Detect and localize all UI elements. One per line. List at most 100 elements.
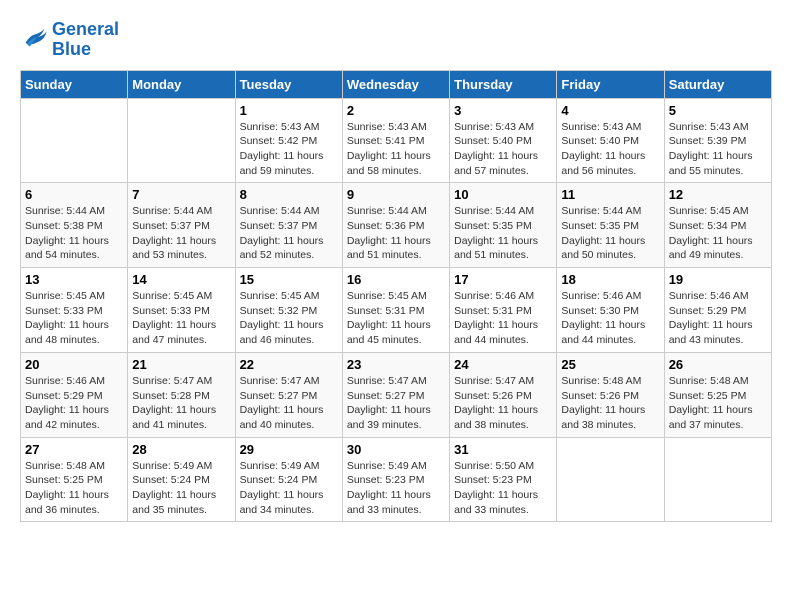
day-number: 21 <box>132 357 230 372</box>
day-info: Sunrise: 5:47 AMSunset: 5:28 PMDaylight:… <box>132 374 230 433</box>
calendar-cell: 18 Sunrise: 5:46 AMSunset: 5:30 PMDayligh… <box>557 268 664 353</box>
day-info: Sunrise: 5:44 AMSunset: 5:35 PMDaylight:… <box>561 204 659 263</box>
calendar-cell: 19 Sunrise: 5:46 AMSunset: 5:29 PMDayligh… <box>664 268 771 353</box>
page-header: General Blue <box>20 20 772 60</box>
day-info: Sunrise: 5:43 AMSunset: 5:42 PMDaylight:… <box>240 120 338 179</box>
calendar-cell <box>128 98 235 183</box>
day-number: 15 <box>240 272 338 287</box>
day-number: 14 <box>132 272 230 287</box>
calendar-cell: 16 Sunrise: 5:45 AMSunset: 5:31 PMDayligh… <box>342 268 449 353</box>
day-number: 7 <box>132 187 230 202</box>
logo-text: General Blue <box>52 20 119 60</box>
day-info: Sunrise: 5:48 AMSunset: 5:26 PMDaylight:… <box>561 374 659 433</box>
calendar-cell: 8 Sunrise: 5:44 AMSunset: 5:37 PMDaylight… <box>235 183 342 268</box>
calendar-cell: 24Sunrise: 5:47 AMSunset: 5:26 PMDayligh… <box>450 352 557 437</box>
day-of-week-header: Tuesday <box>235 70 342 98</box>
day-of-week-header: Sunday <box>21 70 128 98</box>
day-number: 29 <box>240 442 338 457</box>
day-of-week-header: Monday <box>128 70 235 98</box>
calendar-cell: 31 Sunrise: 5:50 AMSunset: 5:23 PMDayligh… <box>450 437 557 522</box>
calendar-cell: 26 Sunrise: 5:48 AMSunset: 5:25 PMDayligh… <box>664 352 771 437</box>
day-info: Sunrise: 5:44 AMSunset: 5:36 PMDaylight:… <box>347 204 445 263</box>
day-number: 28 <box>132 442 230 457</box>
day-number: 10 <box>454 187 552 202</box>
calendar-cell: 25 Sunrise: 5:48 AMSunset: 5:26 PMDayligh… <box>557 352 664 437</box>
day-number: 19 <box>669 272 767 287</box>
day-info: Sunrise: 5:44 AMSunset: 5:38 PMDaylight:… <box>25 204 123 263</box>
calendar-cell: 17 Sunrise: 5:46 AMSunset: 5:31 PMDayligh… <box>450 268 557 353</box>
day-info: Sunrise: 5:48 AMSunset: 5:25 PMDaylight:… <box>669 374 767 433</box>
day-number: 5 <box>669 103 767 118</box>
day-info: Sunrise: 5:45 AMSunset: 5:33 PMDaylight:… <box>132 289 230 348</box>
day-number: 8 <box>240 187 338 202</box>
day-number: 20 <box>25 357 123 372</box>
day-info: Sunrise: 5:48 AMSunset: 5:25 PMDaylight:… <box>25 459 123 518</box>
day-info: Sunrise: 5:50 AMSunset: 5:23 PMDaylight:… <box>454 459 552 518</box>
day-number: 24 <box>454 357 552 372</box>
calendar-cell <box>557 437 664 522</box>
day-of-week-header: Wednesday <box>342 70 449 98</box>
day-info: Sunrise: 5:47 AMSunset: 5:27 PMDaylight:… <box>347 374 445 433</box>
day-number: 26 <box>669 357 767 372</box>
day-number: 18 <box>561 272 659 287</box>
calendar-week-row: 20 Sunrise: 5:46 AMSunset: 5:29 PMDayligh… <box>21 352 772 437</box>
calendar-cell: 4Sunrise: 5:43 AMSunset: 5:40 PMDaylight… <box>557 98 664 183</box>
day-info: Sunrise: 5:45 AMSunset: 5:33 PMDaylight:… <box>25 289 123 348</box>
calendar-cell: 15 Sunrise: 5:45 AMSunset: 5:32 PMDayligh… <box>235 268 342 353</box>
day-of-week-header: Friday <box>557 70 664 98</box>
day-number: 9 <box>347 187 445 202</box>
day-info: Sunrise: 5:46 AMSunset: 5:29 PMDaylight:… <box>669 289 767 348</box>
day-info: Sunrise: 5:49 AMSunset: 5:23 PMDaylight:… <box>347 459 445 518</box>
day-info: Sunrise: 5:46 AMSunset: 5:31 PMDaylight:… <box>454 289 552 348</box>
calendar-cell: 6Sunrise: 5:44 AMSunset: 5:38 PMDaylight… <box>21 183 128 268</box>
day-info: Sunrise: 5:43 AMSunset: 5:40 PMDaylight:… <box>561 120 659 179</box>
day-of-week-header: Thursday <box>450 70 557 98</box>
day-number: 13 <box>25 272 123 287</box>
calendar-cell: 30 Sunrise: 5:49 AMSunset: 5:23 PMDayligh… <box>342 437 449 522</box>
calendar-cell: 23 Sunrise: 5:47 AMSunset: 5:27 PMDayligh… <box>342 352 449 437</box>
day-number: 23 <box>347 357 445 372</box>
calendar-cell: 11Sunrise: 5:44 AMSunset: 5:35 PMDayligh… <box>557 183 664 268</box>
day-number: 17 <box>454 272 552 287</box>
day-number: 22 <box>240 357 338 372</box>
day-info: Sunrise: 5:44 AMSunset: 5:37 PMDaylight:… <box>240 204 338 263</box>
calendar-cell: 29Sunrise: 5:49 AMSunset: 5:24 PMDayligh… <box>235 437 342 522</box>
calendar-week-row: 6Sunrise: 5:44 AMSunset: 5:38 PMDaylight… <box>21 183 772 268</box>
calendar-cell: 13 Sunrise: 5:45 AMSunset: 5:33 PMDayligh… <box>21 268 128 353</box>
day-of-week-header: Saturday <box>664 70 771 98</box>
day-info: Sunrise: 5:44 AMSunset: 5:37 PMDaylight:… <box>132 204 230 263</box>
day-number: 31 <box>454 442 552 457</box>
day-number: 3 <box>454 103 552 118</box>
day-number: 30 <box>347 442 445 457</box>
calendar-cell: 21 Sunrise: 5:47 AMSunset: 5:28 PMDayligh… <box>128 352 235 437</box>
calendar-cell: 12 Sunrise: 5:45 AMSunset: 5:34 PMDayligh… <box>664 183 771 268</box>
day-number: 2 <box>347 103 445 118</box>
calendar-cell: 10Sunrise: 5:44 AMSunset: 5:35 PMDayligh… <box>450 183 557 268</box>
logo: General Blue <box>20 20 119 60</box>
calendar-cell: 5 Sunrise: 5:43 AMSunset: 5:39 PMDaylight… <box>664 98 771 183</box>
day-info: Sunrise: 5:45 AMSunset: 5:31 PMDaylight:… <box>347 289 445 348</box>
day-info: Sunrise: 5:47 AMSunset: 5:27 PMDaylight:… <box>240 374 338 433</box>
calendar-cell: 28 Sunrise: 5:49 AMSunset: 5:24 PMDayligh… <box>128 437 235 522</box>
day-number: 25 <box>561 357 659 372</box>
calendar-cell: 2Sunrise: 5:43 AMSunset: 5:41 PMDaylight… <box>342 98 449 183</box>
calendar-cell: 9 Sunrise: 5:44 AMSunset: 5:36 PMDaylight… <box>342 183 449 268</box>
day-info: Sunrise: 5:43 AMSunset: 5:39 PMDaylight:… <box>669 120 767 179</box>
calendar-table: SundayMondayTuesdayWednesdayThursdayFrid… <box>20 70 772 523</box>
day-number: 1 <box>240 103 338 118</box>
day-number: 16 <box>347 272 445 287</box>
day-info: Sunrise: 5:45 AMSunset: 5:34 PMDaylight:… <box>669 204 767 263</box>
day-info: Sunrise: 5:49 AMSunset: 5:24 PMDaylight:… <box>132 459 230 518</box>
calendar-cell: 22 Sunrise: 5:47 AMSunset: 5:27 PMDayligh… <box>235 352 342 437</box>
day-info: Sunrise: 5:45 AMSunset: 5:32 PMDaylight:… <box>240 289 338 348</box>
calendar-week-row: 1 Sunrise: 5:43 AMSunset: 5:42 PMDaylight… <box>21 98 772 183</box>
day-number: 12 <box>669 187 767 202</box>
day-info: Sunrise: 5:46 AMSunset: 5:29 PMDaylight:… <box>25 374 123 433</box>
day-number: 27 <box>25 442 123 457</box>
calendar-header-row: SundayMondayTuesdayWednesdayThursdayFrid… <box>21 70 772 98</box>
calendar-cell: 1 Sunrise: 5:43 AMSunset: 5:42 PMDaylight… <box>235 98 342 183</box>
day-info: Sunrise: 5:46 AMSunset: 5:30 PMDaylight:… <box>561 289 659 348</box>
calendar-cell: 7 Sunrise: 5:44 AMSunset: 5:37 PMDaylight… <box>128 183 235 268</box>
calendar-cell <box>21 98 128 183</box>
logo-bird-icon <box>20 23 48 51</box>
